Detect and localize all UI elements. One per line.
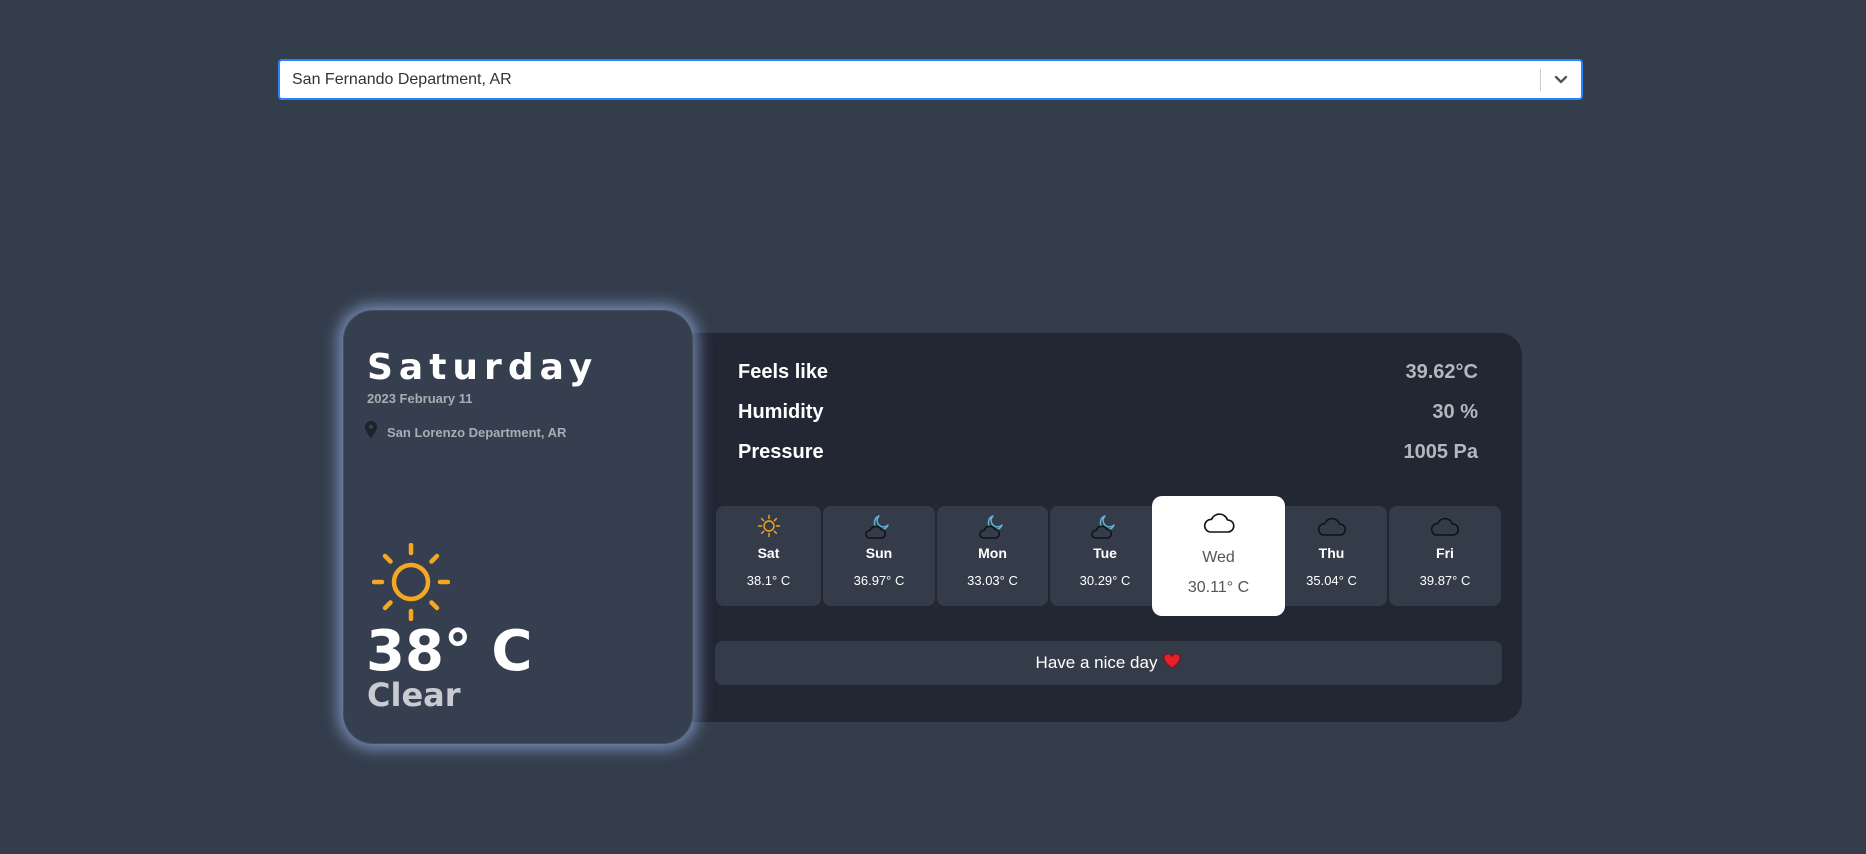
forecast-day-label: Mon — [978, 545, 1007, 561]
greeting-banner: Have a nice day — [715, 641, 1502, 685]
pressure-label: Pressure — [738, 441, 824, 463]
forecast-day-label: Wed — [1202, 549, 1235, 566]
humidity-label: Humidity — [738, 401, 824, 423]
forecast-day-label: Sun — [865, 545, 893, 561]
forecast-temp: 36.97° C — [853, 573, 905, 588]
sun-icon — [716, 514, 821, 538]
cloud-moon-icon — [937, 514, 1048, 540]
forecast-temp: 30.11° C — [1187, 579, 1250, 596]
pressure-value: 1005 Pa — [1403, 441, 1478, 463]
forecast-strip: Sat 38.1° C Sun 36.97° C Mon 33.03° C Tu… — [716, 496, 1502, 616]
forecast-temp: 35.04° C — [1306, 573, 1357, 588]
forecast-temp: 38.1° C — [746, 573, 791, 588]
map-pin-icon — [365, 421, 377, 443]
forecast-day-label: Sat — [757, 545, 780, 561]
current-day-card: Saturday 2023 February 11 San Lorenzo De… — [343, 310, 693, 744]
greeting-text: Have a nice day — [1035, 653, 1158, 672]
weather-app: San Fernando Department, AR Saturday 202… — [0, 0, 1866, 854]
forecast-day-label: Fri — [1436, 545, 1454, 561]
pressure-row: Pressure 1005 Pa — [738, 441, 1478, 464]
forecast-temp: 33.03° C — [967, 573, 1018, 588]
feels-like-row: Feels like 39.62°C — [738, 361, 1478, 384]
chevron-down-icon[interactable] — [1541, 61, 1581, 98]
heart-icon — [1163, 653, 1181, 674]
current-location-label: San Lorenzo Department, AR — [387, 424, 567, 440]
current-location: San Lorenzo Department, AR — [365, 421, 566, 443]
forecast-day-sun[interactable]: Sun 36.97° C — [823, 506, 935, 606]
forecast-day-mon[interactable]: Mon 33.03° C — [937, 506, 1048, 606]
current-date: 2023 February 11 — [367, 391, 473, 406]
current-temperature: 38° C — [366, 619, 533, 684]
location-select[interactable]: San Fernando Department, AR — [278, 59, 1583, 100]
humidity-value: 30 % — [1432, 401, 1478, 423]
sun-icon — [371, 542, 451, 626]
forecast-day-label: Tue — [1093, 545, 1117, 561]
cloud-icon — [1389, 514, 1501, 538]
forecast-day-wed[interactable]: Wed 30.11° C — [1152, 496, 1285, 616]
humidity-row: Humidity 30 % — [738, 401, 1478, 424]
forecast-day-label: Thu — [1318, 545, 1345, 561]
forecast-day-fri[interactable]: Fri 39.87° C — [1389, 506, 1501, 606]
cloud-moon-icon — [1050, 514, 1160, 540]
details-panel: Feels like 39.62°C Humidity 30 % Pressur… — [672, 333, 1522, 722]
cloud-icon — [1152, 510, 1285, 534]
forecast-day-tue[interactable]: Tue 30.29° C — [1050, 506, 1160, 606]
forecast-day-sat[interactable]: Sat 38.1° C — [716, 506, 821, 606]
location-select-value[interactable]: San Fernando Department, AR — [280, 71, 1540, 89]
feels-like-value: 39.62°C — [1405, 361, 1479, 383]
current-weekday: Saturday — [367, 347, 599, 388]
cloud-icon — [1276, 514, 1387, 538]
forecast-temp: 39.87° C — [1419, 573, 1471, 588]
current-condition: Clear — [367, 676, 461, 714]
forecast-day-thu[interactable]: Thu 35.04° C — [1276, 506, 1387, 606]
cloud-moon-icon — [823, 514, 935, 540]
feels-like-label: Feels like — [738, 361, 829, 383]
forecast-temp: 30.29° C — [1079, 573, 1131, 588]
